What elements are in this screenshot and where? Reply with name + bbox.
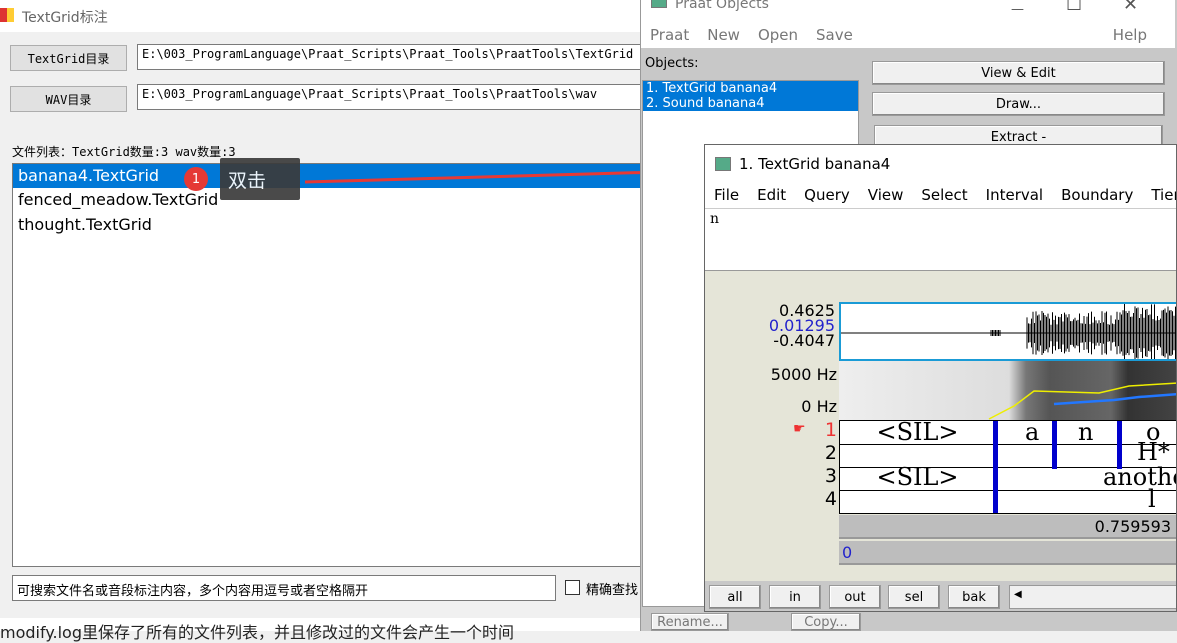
menu-select[interactable]: Select <box>921 186 967 204</box>
step-badge: 1 <box>184 167 208 191</box>
draw-button[interactable]: Draw... <box>872 92 1165 116</box>
minimize-icon[interactable]: — <box>1011 2 1024 17</box>
textgrid-editor-window: 1. TextGrid banana4 File Edit Query View Sel… <box>704 144 1177 612</box>
textgrid-dir-button[interactable]: TextGrid目录 <box>10 45 127 71</box>
scroll-left-icon[interactable]: ◀ <box>1010 589 1022 600</box>
wav-dir-button[interactable]: WAV目录 <box>10 86 127 112</box>
annotation-tooltip: 双击 <box>220 158 300 200</box>
close-icon[interactable]: ✕ <box>1123 0 1138 15</box>
titlebar: Praat Objects — ☐ ✕ <box>641 0 1175 20</box>
textgrid-tiers[interactable]: <SIL> a n o H* <SIL> anothe l <box>839 420 1177 514</box>
point-label[interactable]: H* <box>1137 441 1170 463</box>
tier-number[interactable]: 4 <box>815 488 837 511</box>
horizontal-scrollbar[interactable]: ◀ <box>1009 585 1177 609</box>
exact-search-checkbox[interactable] <box>565 580 580 595</box>
time-window-bar[interactable]: 0.759593 <box>839 515 1177 539</box>
menu-view[interactable]: View <box>868 186 904 204</box>
zoom-in-button[interactable]: in <box>769 585 821 609</box>
list-item[interactable]: 1. TextGrid banana4 <box>643 81 858 96</box>
file-list-label: 文件列表：TextGrid数量:3 wav数量:3 <box>12 143 236 160</box>
copy-button[interactable]: Copy... <box>791 613 861 631</box>
menu-query[interactable]: Query <box>804 186 850 204</box>
interval-label[interactable]: a <box>1025 421 1039 443</box>
total-time-bar[interactable]: 0 <box>839 541 1177 565</box>
interval-label[interactable]: l <box>1148 488 1156 510</box>
praat-icon <box>715 157 731 171</box>
app-icon <box>0 8 14 22</box>
view-edit-button[interactable]: View & Edit <box>872 61 1165 85</box>
zoom-selection-button[interactable]: sel <box>888 585 940 609</box>
exact-search-label: 精确查找 <box>586 579 640 598</box>
praat-icon <box>651 0 667 8</box>
wave-min-label: -0.4047 <box>755 333 835 348</box>
zoom-back-button[interactable]: bak <box>948 585 1000 609</box>
waveform-panel[interactable] <box>839 302 1177 361</box>
search-input[interactable]: 可搜索文件名或音段标注内容，多个内容用逗号或者空格隔开 <box>12 575 556 601</box>
boundary-handle[interactable] <box>993 421 998 514</box>
tier-number[interactable]: 2 <box>815 442 837 465</box>
menu-interval[interactable]: Interval <box>986 186 1043 204</box>
boundary-handle[interactable] <box>1052 421 1057 469</box>
menu-tier[interactable]: Tier <box>1151 186 1177 204</box>
waveform <box>841 304 1177 361</box>
zoom-all-button[interactable]: all <box>709 585 761 609</box>
list-item[interactable]: thought.TextGrid <box>13 213 651 238</box>
wav-dir-field[interactable]: E:\003_ProgramLanguage\Praat_Scripts\Pra… <box>137 84 647 110</box>
list-item[interactable]: fenced_meadow.TextGrid <box>13 188 651 213</box>
footer-note: modify.log里保存了所有的文件列表，并且修改过的文件会产生一个时间 <box>0 619 640 643</box>
tier-number[interactable]: 3 <box>815 465 837 488</box>
menu-new[interactable]: New <box>707 26 740 44</box>
menu-edit[interactable]: Edit <box>757 186 786 204</box>
spectrogram-panel[interactable] <box>839 361 1177 420</box>
zoom-out-button[interactable]: out <box>829 585 881 609</box>
boundary-handle[interactable] <box>1117 421 1122 469</box>
interval-label[interactable]: <SIL> <box>840 466 995 488</box>
menu-save[interactable]: Save <box>816 26 853 44</box>
praat-menubar: Praat New Open Save Help <box>641 20 1175 48</box>
editor-titlebar: 1. TextGrid banana4 <box>705 145 1177 183</box>
spectrogram-min-label: 0 Hz <box>745 397 837 416</box>
rename-button[interactable]: Rename... <box>651 613 729 631</box>
app-titlebar: TextGrid标注 <box>0 0 640 32</box>
spectrogram-max-label: 5000 Hz <box>745 365 837 384</box>
objects-label: Objects: <box>645 56 699 71</box>
interval-label[interactable]: n <box>1078 421 1093 443</box>
interval-label[interactable]: <SIL> <box>840 421 995 443</box>
menu-file[interactable]: File <box>714 186 739 204</box>
app-title: TextGrid标注 <box>22 7 108 27</box>
menu-open[interactable]: Open <box>758 26 798 44</box>
pointing-hand-icon: ☛ <box>793 421 806 437</box>
menu-help[interactable]: Help <box>1113 26 1147 44</box>
pitch-formant-overlay <box>839 361 1177 420</box>
list-item[interactable]: 2. Sound banana4 <box>643 96 858 111</box>
editor-title: 1. TextGrid banana4 <box>739 155 890 173</box>
tier-number[interactable]: 1 <box>815 419 837 442</box>
editor-menubar: File Edit Query View Select Interval Boundary T… <box>705 183 1177 209</box>
file-list[interactable]: banana4.TextGrid fenced_meadow.TextGrid … <box>12 163 652 567</box>
window-title: Praat Objects <box>675 0 769 12</box>
menu-praat[interactable]: Praat <box>650 26 689 44</box>
interval-label[interactable]: anothe <box>1103 466 1177 488</box>
maximize-icon[interactable]: ☐ <box>1066 0 1082 15</box>
textgrid-dir-field[interactable]: E:\003_ProgramLanguage\Praat_Scripts\Pra… <box>137 44 647 70</box>
menu-boundary[interactable]: Boundary <box>1061 186 1133 204</box>
interval-text-field[interactable]: n <box>705 209 1177 271</box>
